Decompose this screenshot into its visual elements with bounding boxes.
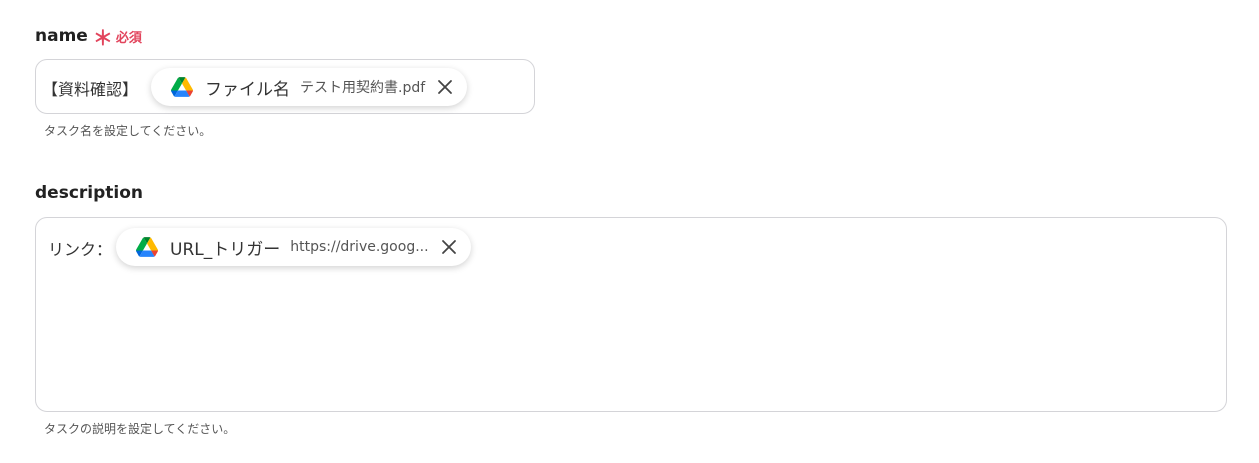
- description-prefix-text: リンク：: [48, 240, 113, 259]
- description-field-label: description: [35, 183, 143, 203]
- chip-value: テスト用契約書.pdf: [300, 80, 426, 96]
- close-icon: [441, 240, 456, 254]
- description-textarea[interactable]: リンク： URL_トリガー https://drive.goog...: [35, 217, 1227, 412]
- name-help-text: タスク名を設定してください。: [44, 124, 212, 138]
- chip-label: URL_トリガー: [170, 239, 281, 260]
- name-input[interactable]: 【資料確認】 ファイル名 テスト用契約書.pdf: [35, 59, 535, 114]
- chip-label: ファイル名: [205, 79, 290, 100]
- description-help-text: タスクの説明を設定してください。: [44, 422, 236, 436]
- chip-value: https://drive.goog...: [290, 239, 429, 255]
- url-trigger-variable-chip[interactable]: URL_トリガー https://drive.goog...: [116, 228, 471, 266]
- close-icon: [438, 80, 453, 94]
- file-name-variable-chip[interactable]: ファイル名 テスト用契約書.pdf: [151, 68, 468, 106]
- required-asterisk-icon: ＊: [92, 26, 113, 50]
- remove-chip-button[interactable]: [435, 77, 455, 97]
- name-label-text: name: [35, 26, 88, 46]
- required-badge: 必須: [115, 30, 142, 46]
- google-drive-icon: [171, 77, 193, 97]
- description-label-text: description: [35, 183, 144, 203]
- google-drive-icon: [136, 237, 158, 257]
- name-field-label: name ＊ 必須: [35, 26, 142, 50]
- remove-chip-button[interactable]: [439, 237, 459, 257]
- name-prefix-text: 【資料確認】: [42, 80, 139, 99]
